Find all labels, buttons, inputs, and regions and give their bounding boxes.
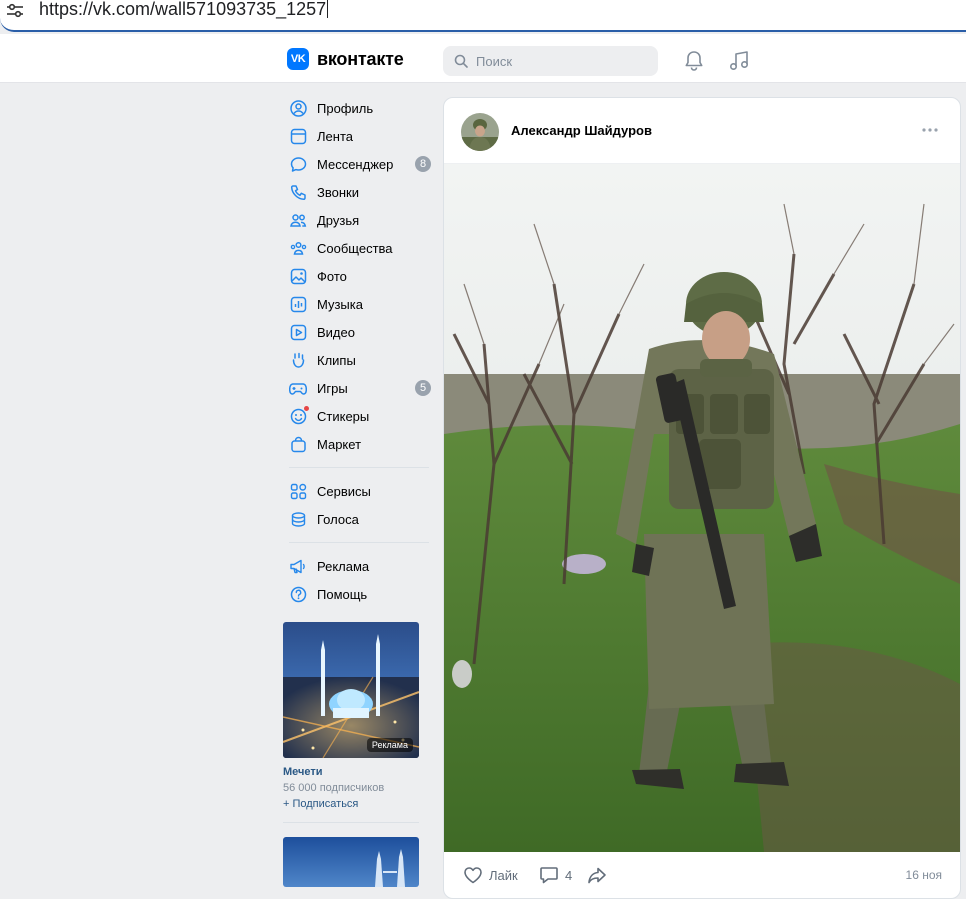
nav-label: Видео: [317, 324, 355, 340]
nav-label: Сообщества: [317, 240, 393, 256]
bag-icon: [289, 435, 307, 453]
phone-icon: [289, 183, 307, 201]
new-indicator-dot: [304, 406, 309, 411]
photo-icon: [289, 267, 307, 285]
post-date[interactable]: 16 ноя: [906, 868, 942, 882]
services-grid-icon: [289, 482, 307, 500]
nav-item-market[interactable]: Маркет: [283, 430, 433, 458]
more-options-icon[interactable]: [922, 128, 938, 132]
nav-label: Друзья: [317, 212, 360, 228]
nav-label: Помощь: [317, 586, 368, 602]
vk-logo-text: вконтакте: [317, 48, 404, 69]
soldier-photo-image: [444, 164, 960, 852]
nav-item-photos[interactable]: Фото: [283, 262, 433, 290]
author-avatar[interactable]: [461, 113, 499, 151]
nav-item-video[interactable]: Видео: [283, 318, 433, 346]
video-icon: [289, 323, 307, 341]
post-author-name[interactable]: Александр Шайдуров: [511, 123, 652, 138]
nav-item-games[interactable]: Игры 5: [283, 374, 433, 402]
nav-item-feed[interactable]: Лента: [283, 122, 433, 150]
search-icon: [454, 54, 468, 68]
search-box[interactable]: [443, 46, 658, 76]
ad-title[interactable]: Мечети: [283, 766, 419, 778]
nav-item-help[interactable]: Помощь: [283, 580, 433, 608]
nav-label: Мессенджер: [317, 156, 394, 172]
share-button[interactable]: [587, 866, 607, 884]
nav-label: Звонки: [317, 184, 359, 200]
ad-image[interactable]: Реклама: [283, 622, 419, 758]
chat-bubble-icon: [289, 155, 307, 173]
megaphone-icon: [289, 557, 307, 575]
nav-divider: [289, 467, 429, 468]
unread-count-badge: 8: [415, 156, 431, 172]
nav-label: Музыка: [317, 296, 363, 312]
nav-item-ads[interactable]: Реклама: [283, 552, 433, 580]
subscribe-link[interactable]: + Подписаться: [283, 798, 419, 810]
nav-label: Голоса: [317, 511, 359, 527]
ad-subscribers: 56 000 подписчиков: [283, 782, 385, 794]
nav-item-messenger[interactable]: Мессенджер 8: [283, 150, 433, 178]
nav-item-stickers[interactable]: Стикеры: [283, 402, 433, 430]
browser-address-bar[interactable]: https://vk.com/wall571093735_1257: [0, 0, 966, 32]
nav-item-music[interactable]: Музыка: [283, 290, 433, 318]
heart-icon: [464, 867, 482, 884]
music-icon[interactable]: [729, 50, 749, 72]
wall-post: Александр Шайдуров Лайк 4 16 ноя: [443, 97, 961, 899]
comment-icon: [540, 867, 558, 884]
nav-label: Стикеры: [317, 408, 370, 424]
coins-icon: [289, 510, 307, 528]
comments-count: 4: [565, 867, 573, 883]
nav-label: Клипы: [317, 352, 356, 368]
nav-item-votes[interactable]: Голоса: [283, 505, 433, 533]
clips-icon: [289, 351, 307, 369]
music-icon: [289, 295, 307, 313]
communities-icon: [289, 239, 307, 257]
help-icon: [289, 585, 307, 603]
bell-icon[interactable]: [684, 50, 704, 72]
nav-label: Реклама: [317, 558, 370, 574]
towers-image: [283, 837, 419, 887]
nav-item-profile[interactable]: Профиль: [283, 94, 433, 122]
nav-label: Игры: [317, 380, 348, 396]
nav-label: Сервисы: [317, 483, 371, 499]
text-caret: [327, 0, 329, 18]
ad-card[interactable]: Реклама Мечети 56 000 подписчиков + Подп…: [283, 622, 419, 810]
nav-item-clips[interactable]: Клипы: [283, 346, 433, 374]
gamepad-icon: [289, 379, 307, 397]
vk-header: VK вконтакте: [0, 34, 966, 83]
vk-logo[interactable]: VK вконтакте: [287, 48, 404, 70]
vk-logo-icon: VK: [287, 48, 309, 70]
games-count-badge: 5: [415, 380, 431, 396]
url-text[interactable]: https://vk.com/wall571093735_1257: [39, 0, 329, 20]
post-actions: Лайк 4 16 ноя: [444, 852, 960, 898]
ad-image-2[interactable]: [283, 837, 419, 887]
nav-item-communities[interactable]: Сообщества: [283, 234, 433, 262]
nav-label: Фото: [317, 268, 347, 284]
ad-divider: [283, 822, 419, 823]
search-input[interactable]: [474, 52, 648, 70]
feed-icon: [289, 127, 307, 145]
nav-item-calls[interactable]: Звонки: [283, 178, 433, 206]
user-circle-icon: [289, 99, 307, 117]
ad-label: Реклама: [366, 738, 413, 752]
share-arrow-icon: [588, 867, 606, 884]
like-label: Лайк: [489, 867, 518, 883]
nav-item-services[interactable]: Сервисы: [283, 477, 433, 505]
comments-button[interactable]: 4: [539, 866, 572, 884]
site-settings-icon[interactable]: [6, 3, 24, 19]
like-button[interactable]: Лайк: [463, 866, 518, 884]
friends-icon: [289, 211, 307, 229]
left-nav: Профиль Лента Мессенджер 8 Звонки Друзья…: [283, 94, 433, 608]
ad-card-2[interactable]: [283, 837, 419, 887]
nav-label: Лента: [317, 128, 353, 144]
post-photo[interactable]: [444, 164, 960, 852]
post-header: Александр Шайдуров: [444, 98, 960, 164]
nav-label: Профиль: [317, 100, 374, 116]
nav-item-friends[interactable]: Друзья: [283, 206, 433, 234]
nav-divider: [289, 542, 429, 543]
nav-label: Маркет: [317, 436, 362, 452]
